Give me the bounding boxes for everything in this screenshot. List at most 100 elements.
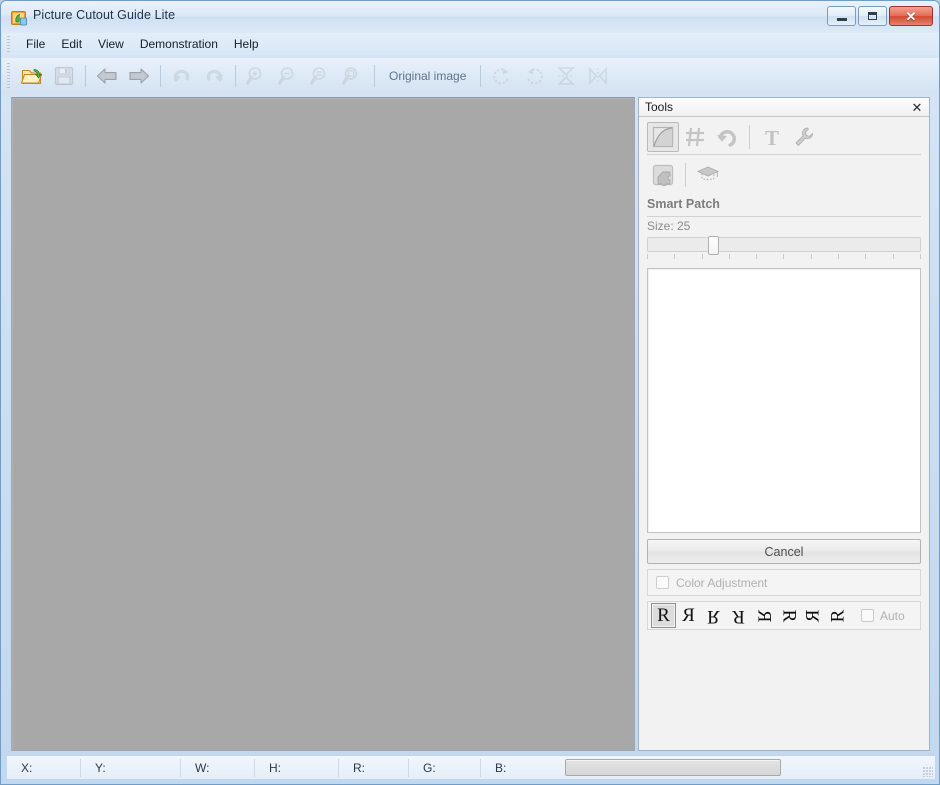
size-slider-track[interactable]: [647, 237, 921, 252]
resize-grip[interactable]: [923, 767, 933, 777]
main-toolbar: Original image: [2, 58, 939, 94]
minimize-icon: [836, 17, 847, 21]
color-adjustment-row[interactable]: Color Adjustment: [647, 569, 921, 596]
orientation-rotate-180-flip-icon: R: [707, 605, 720, 627]
menu-bar: File Edit View Demonstration Help: [2, 33, 939, 55]
menu-item-demonstration[interactable]: Demonstration: [132, 35, 226, 53]
color-adjustment-checkbox[interactable]: [656, 576, 669, 589]
orientation-rotate-90-button[interactable]: R: [776, 603, 801, 628]
settings-button[interactable]: [788, 122, 820, 152]
zoom-fit-button[interactable]: [305, 61, 337, 91]
cutout-tool-button[interactable]: [647, 122, 679, 152]
menu-item-view[interactable]: View: [90, 35, 132, 53]
text-tool-icon: T: [761, 126, 783, 148]
smart-patch-tool-button[interactable]: [647, 160, 679, 190]
tool-row-secondary: [647, 155, 921, 191]
window-controls: ✕: [827, 6, 933, 26]
orientation-rotate-180-flip-button[interactable]: R: [701, 603, 726, 628]
status-g: G:: [409, 758, 481, 777]
orientation-row: R R R R R R R R Auto: [647, 601, 921, 630]
close-icon[interactable]: ✕: [910, 100, 924, 114]
undo-button[interactable]: [166, 61, 198, 91]
orientation-flip-horizontal-icon: R: [682, 604, 695, 626]
rotate-ccw-icon: [523, 66, 545, 86]
orientation-flip-horizontal-button[interactable]: R: [676, 603, 701, 628]
undo-tool-icon: [716, 126, 738, 148]
flip-horizontal-icon: [587, 66, 609, 86]
tool-row-primary: T: [647, 117, 921, 153]
redo-button[interactable]: [198, 61, 230, 91]
text-tool-button[interactable]: T: [756, 122, 788, 152]
tools-panel: Tools ✕ T Smart Patch Size: 25 Cancel Co…: [638, 97, 930, 751]
minimize-button[interactable]: [827, 6, 856, 26]
size-label: Size: 25: [647, 219, 691, 233]
toolbar-separator: [85, 65, 86, 87]
tools-panel-title: Tools: [645, 100, 674, 114]
svg-text:T: T: [765, 126, 779, 148]
tool-separator: [685, 163, 686, 187]
close-icon: ✕: [905, 8, 917, 24]
cutout-tool-icon: [652, 126, 674, 148]
open-folder-icon: [21, 66, 43, 86]
cancel-button[interactable]: Cancel: [647, 539, 921, 564]
patch-list[interactable]: [647, 268, 921, 533]
status-h: H:: [255, 758, 339, 777]
orientation-rotate-180-button[interactable]: R: [726, 603, 751, 628]
toolbar-drag-grip[interactable]: [7, 63, 10, 89]
tutorial-cap-icon: [697, 164, 719, 186]
rotate-cw-icon: [491, 66, 513, 86]
close-button[interactable]: ✕: [889, 6, 933, 26]
orientation-rotate-270-button[interactable]: R: [826, 603, 851, 628]
window-title: Picture Cutout Guide Lite: [33, 8, 176, 22]
menu-item-help[interactable]: Help: [226, 35, 267, 53]
auto-checkbox[interactable]: [861, 609, 874, 622]
orientation-rotate-270-icon: R: [827, 609, 849, 622]
maximize-icon: [868, 12, 877, 20]
status-bar: X: Y: W: H: R: G: B:: [7, 755, 935, 779]
flip-vertical-icon: [555, 66, 577, 86]
maximize-button[interactable]: [858, 6, 887, 26]
tools-panel-body: T Smart Patch Size: 25 Cancel Color Adju…: [639, 117, 929, 630]
toolbar-separator: [235, 65, 236, 87]
title-bar: Picture Cutout Guide Lite ✕: [1, 1, 939, 33]
grid-tool-button[interactable]: [679, 122, 711, 152]
undo-tool-button[interactable]: [711, 122, 743, 152]
image-canvas[interactable]: [11, 97, 635, 751]
forward-button[interactable]: [123, 61, 155, 91]
zoom-actual-icon: [342, 66, 364, 86]
menu-item-edit[interactable]: Edit: [53, 35, 90, 53]
app-logo-icon: [11, 10, 27, 26]
menu-item-file[interactable]: File: [18, 35, 53, 53]
orientation-rotate-270-flip-icon: R: [802, 609, 824, 622]
zoom-actual-button[interactable]: [337, 61, 369, 91]
orientation-rotate-270-flip-button[interactable]: R: [801, 603, 826, 628]
tutorial-button[interactable]: [692, 160, 724, 190]
rotate-ccw-button[interactable]: [518, 61, 550, 91]
zoom-fit-icon: [310, 66, 332, 86]
save-button[interactable]: [48, 61, 80, 91]
original-image-label[interactable]: Original image: [380, 69, 475, 83]
status-y: Y:: [81, 758, 181, 777]
rotate-cw-button[interactable]: [486, 61, 518, 91]
status-w: W:: [181, 758, 255, 777]
arrow-left-icon: [95, 66, 119, 86]
progress-bar: [565, 759, 781, 776]
zoom-out-button[interactable]: [273, 61, 305, 91]
flip-vertical-button[interactable]: [550, 61, 582, 91]
zoom-in-button[interactable]: [241, 61, 273, 91]
size-slider[interactable]: [647, 236, 921, 265]
orientation-rotate-90-icon: R: [778, 609, 800, 622]
open-button[interactable]: [16, 61, 48, 91]
orientation-normal-button[interactable]: R: [651, 603, 676, 628]
orientation-rotate-90-flip-icon: R: [753, 609, 775, 622]
save-disk-icon: [54, 66, 74, 86]
toolbar-separator: [480, 65, 482, 87]
flip-horizontal-button[interactable]: [582, 61, 614, 91]
toolbar-separator: [160, 65, 161, 87]
menu-drag-grip[interactable]: [7, 36, 10, 52]
orientation-rotate-90-flip-button[interactable]: R: [751, 603, 776, 628]
back-button[interactable]: [91, 61, 123, 91]
size-slider-thumb[interactable]: [708, 236, 720, 255]
application-window: Picture Cutout Guide Lite ✕ File Edit Vi…: [0, 0, 940, 785]
smart-patch-tool-icon: [652, 164, 674, 186]
